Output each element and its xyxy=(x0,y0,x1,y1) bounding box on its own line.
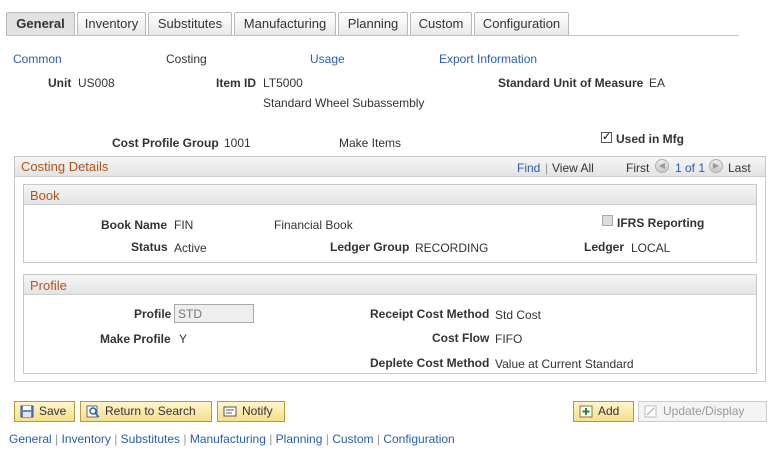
receipt-cost-method-value: Std Cost xyxy=(495,308,542,322)
tab-general[interactable]: General xyxy=(6,12,75,35)
cost-flow-label: Cost Flow xyxy=(432,331,490,345)
profile-title: Profile xyxy=(30,278,67,293)
used-in-mfg-checkbox[interactable]: ✓ xyxy=(601,132,612,143)
unit-value: US008 xyxy=(78,76,115,90)
profile-label: Profile xyxy=(134,307,172,321)
book-header: Book xyxy=(24,185,756,205)
deplete-cost-method-label: Deplete Cost Method xyxy=(370,356,490,370)
status-label: Status xyxy=(131,240,168,254)
profile-header: Profile xyxy=(24,275,756,295)
update-display-button[interactable]: Update/Display xyxy=(638,401,767,422)
save-icon xyxy=(20,405,34,418)
save-label: Save xyxy=(39,404,67,418)
item-id-label: Item ID xyxy=(216,76,257,90)
book-name-label: Book Name xyxy=(101,218,168,232)
view-all-link[interactable]: View All xyxy=(552,161,594,175)
previous-row-icon[interactable]: ◀ xyxy=(655,159,669,173)
tab-divider xyxy=(6,35,739,36)
find-link[interactable]: Find xyxy=(517,161,540,175)
next-row-icon[interactable]: ▶ xyxy=(709,159,723,173)
make-profile-label: Make Profile xyxy=(100,332,171,346)
notify-icon xyxy=(223,406,237,417)
save-button[interactable]: Save xyxy=(14,401,75,422)
ifrs-reporting-label: IFRS Reporting xyxy=(617,216,705,230)
cost-profile-group-value: 1001 xyxy=(224,136,251,150)
notify-button[interactable]: Notify xyxy=(217,401,285,422)
cost-profile-group-description: Make Items xyxy=(339,136,402,150)
footer-link-manufacturing[interactable]: Manufacturing xyxy=(190,432,266,446)
used-in-mfg-label: Used in Mfg xyxy=(616,132,684,146)
profile-group: Profile Profile STD Make Profile Y Recei… xyxy=(23,274,757,374)
receipt-cost-method-label: Receipt Cost Method xyxy=(370,307,490,321)
subnav-export-link[interactable]: Export Information xyxy=(439,52,537,66)
costing-details-header: Costing Details Find | View All First ◀ … xyxy=(15,157,765,177)
make-profile-value: Y xyxy=(179,332,188,346)
book-description: Financial Book xyxy=(274,218,353,232)
costing-details-title: Costing Details xyxy=(21,159,109,174)
subnav-costing-current: Costing xyxy=(166,52,207,66)
return-search-icon xyxy=(86,405,100,418)
footer-link-planning[interactable]: Planning xyxy=(276,432,323,446)
subnav-usage-link[interactable]: Usage xyxy=(310,52,345,66)
status-value: Active xyxy=(174,241,207,255)
last-label: Last xyxy=(728,161,751,175)
book-group: Book Book Name FIN Financial Book IFRS R… xyxy=(23,184,757,263)
first-label: First xyxy=(626,161,650,175)
add-icon xyxy=(579,405,593,418)
ledger-label: Ledger xyxy=(584,240,625,254)
ledger-group-label: Ledger Group xyxy=(330,240,410,254)
item-id-value: LT5000 xyxy=(263,76,303,90)
uom-value: EA xyxy=(649,76,666,90)
tab-substitutes[interactable]: Substitutes xyxy=(148,12,232,35)
costing-details-grid: Costing Details Find | View All First ◀ … xyxy=(14,156,766,382)
add-label: Add xyxy=(598,404,620,418)
return-to-search-label: Return to Search xyxy=(105,404,196,418)
update-display-icon xyxy=(644,405,657,418)
subnav-common-link[interactable]: Common xyxy=(13,52,62,66)
tab-planning[interactable]: Planning xyxy=(338,12,408,35)
footer-link-custom[interactable]: Custom xyxy=(332,432,373,446)
footer-link-configuration[interactable]: Configuration xyxy=(383,432,454,446)
uom-label: Standard Unit of Measure xyxy=(498,76,644,90)
update-display-label: Update/Display xyxy=(663,404,745,418)
cost-flow-value: FIFO xyxy=(495,332,523,346)
profile-field[interactable]: STD xyxy=(174,304,254,323)
find-separator: | xyxy=(545,161,549,175)
footer-links: General | Inventory | Substitutes | Manu… xyxy=(9,432,455,446)
ifrs-reporting-checkbox xyxy=(602,215,613,226)
tab-manufacturing[interactable]: Manufacturing xyxy=(234,12,336,35)
footer-link-inventory[interactable]: Inventory xyxy=(62,432,111,446)
book-title: Book xyxy=(30,188,60,203)
return-to-search-button[interactable]: Return to Search xyxy=(80,401,212,422)
notify-label: Notify xyxy=(242,404,273,418)
row-count: 1 of 1 xyxy=(675,161,706,175)
item-description: Standard Wheel Subassembly xyxy=(263,96,425,110)
cost-profile-group-label: Cost Profile Group xyxy=(112,136,219,150)
ledger-value: LOCAL xyxy=(631,241,671,255)
ledger-group-value: RECORDING xyxy=(415,241,489,255)
add-button[interactable]: Add xyxy=(573,401,634,422)
tab-configuration[interactable]: Configuration xyxy=(474,12,569,35)
footer-link-substitutes[interactable]: Substitutes xyxy=(121,432,180,446)
deplete-cost-method-value: Value at Current Standard xyxy=(495,357,634,371)
unit-label: Unit xyxy=(48,76,72,90)
tab-custom[interactable]: Custom xyxy=(410,12,472,35)
book-name-value: FIN xyxy=(174,218,194,232)
footer-link-general[interactable]: General xyxy=(9,432,52,446)
tab-inventory[interactable]: Inventory xyxy=(77,12,146,35)
